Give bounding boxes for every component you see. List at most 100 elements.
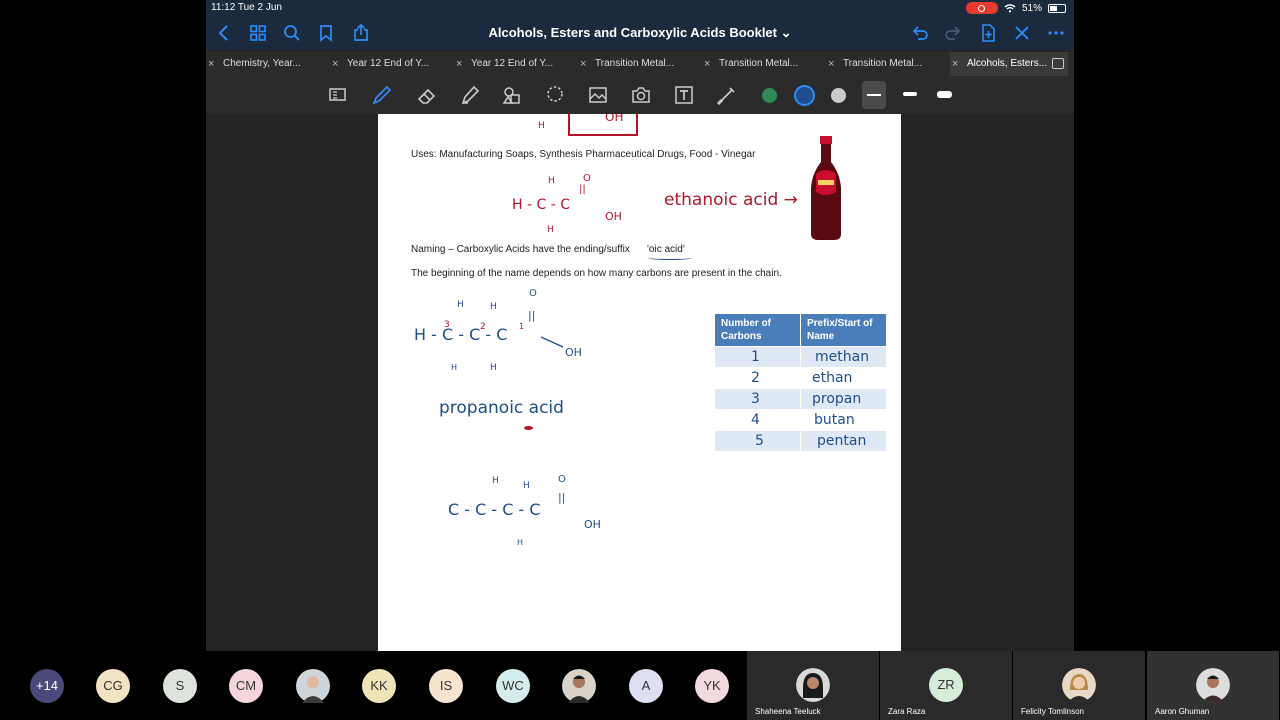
tab-chemistry-year[interactable]: × Chemistry, Year... — [206, 52, 330, 76]
notes-app-window: 11:12 Tue 2 Jun 51% Alcohols, Esters and… — [206, 0, 1074, 651]
close-icon[interactable] — [1012, 23, 1032, 43]
table-cell: pentan — [800, 430, 887, 452]
tab-close-icon[interactable]: × — [704, 52, 710, 76]
participant-photo-avatar[interactable] — [562, 669, 596, 703]
participant-tile[interactable]: Shaheena Teeluck — [747, 651, 879, 720]
handwriting-oh: OH — [605, 114, 624, 124]
color-blue-selected[interactable] — [794, 85, 815, 106]
table-row: 3 propan — [714, 388, 887, 410]
read-mode-icon[interactable] — [326, 83, 350, 107]
participant-photo-avatar[interactable] — [296, 669, 330, 703]
battery-percent: 51% — [1021, 2, 1042, 14]
tab-transition-metal-2[interactable]: × Transition Metal... — [702, 52, 826, 76]
tab-transition-metal-1[interactable]: × Transition Metal... — [578, 52, 702, 76]
f1-h-top: H — [548, 176, 555, 186]
red-ink-dot — [524, 426, 533, 430]
document-tabs: × Chemistry, Year... × Year 12 End of Y...… — [206, 52, 1074, 76]
f1-h-bot: H — [547, 225, 554, 235]
participant-name: Shaheena Teeluck — [755, 707, 821, 716]
stroke-thin-selected[interactable] — [862, 81, 886, 109]
f2-o: O — [529, 288, 537, 299]
f3-h2: H — [523, 481, 530, 491]
f2-oh: OH — [565, 346, 582, 359]
more-participants-button[interactable]: +14 — [30, 669, 64, 703]
participant-avatar: ZR — [929, 668, 963, 702]
participant-avatar[interactable]: CM — [229, 669, 263, 703]
table-cell: butan — [800, 409, 887, 431]
tab-close-icon[interactable]: × — [580, 52, 586, 76]
tab-year12-end-1[interactable]: × Year 12 End of Y... — [330, 52, 454, 76]
screen-record-icon — [965, 2, 998, 14]
participant-avatar[interactable]: KK — [362, 669, 396, 703]
highlighter-icon[interactable] — [458, 83, 482, 107]
battery-icon — [1048, 3, 1066, 13]
pen-tool-icon[interactable] — [370, 83, 394, 107]
tab-year12-end-2[interactable]: × Year 12 End of Y... — [454, 52, 578, 76]
participant-tile[interactable]: Felicity Tomlinson — [1013, 651, 1145, 720]
text-box-icon[interactable] — [672, 83, 696, 107]
table-header: Prefix/Start of Name — [800, 313, 887, 347]
more-options-icon[interactable] — [1046, 23, 1066, 43]
table-cell: 1 — [714, 346, 801, 368]
table-row: 2 ethan — [714, 367, 887, 389]
table-cell: 4 — [714, 409, 801, 431]
table-header: Number of Carbons — [714, 313, 801, 347]
shapes-icon[interactable] — [500, 83, 524, 107]
redo-icon[interactable] — [943, 23, 963, 43]
drawing-toolbar — [206, 76, 1074, 114]
participant-avatar[interactable]: YK — [695, 669, 729, 703]
undo-icon[interactable] — [910, 23, 930, 43]
participant-tile-active[interactable]: Aaron Ghuman — [1147, 651, 1279, 720]
participant-tile[interactable]: ZR Zara Raza — [880, 651, 1012, 720]
table-cell: 3 — [714, 388, 801, 410]
add-page-icon[interactable] — [978, 23, 998, 43]
laser-pointer-icon[interactable] — [715, 83, 739, 107]
f3-oh: OH — [584, 518, 601, 531]
tab-close-icon[interactable]: × — [828, 52, 834, 76]
f2-double-bond: || — [528, 309, 536, 322]
stroke-medium[interactable] — [903, 92, 917, 96]
camera-icon[interactable] — [629, 83, 653, 107]
uses-text: Uses: Manufacturing Soaps, Synthesis Pha… — [411, 149, 756, 160]
table-cell: 2 — [714, 367, 801, 389]
participant-avatar[interactable]: S — [163, 669, 197, 703]
f3-h1: H — [492, 476, 499, 486]
f2-hb1: H — [451, 363, 458, 372]
vinegar-bottle-image — [810, 136, 842, 240]
participant-avatar[interactable]: IS — [429, 669, 463, 703]
image-icon[interactable] — [586, 83, 610, 107]
title-bar: Alcohols, Esters and Carboxylic Acids Bo… — [206, 16, 1074, 50]
table-cell: ethan — [800, 367, 887, 389]
split-view-icon[interactable] — [1052, 58, 1064, 69]
stroke-thick[interactable] — [937, 91, 952, 98]
table-row: 1 methan — [714, 346, 887, 368]
handwriting-h: H — [538, 121, 545, 131]
participant-name: Felicity Tomlinson — [1021, 707, 1084, 716]
color-green[interactable] — [762, 88, 777, 103]
tab-close-icon[interactable]: × — [208, 52, 214, 76]
f1-oh: OH — [605, 210, 622, 223]
f1-o: O — [583, 173, 591, 184]
tab-close-icon[interactable]: × — [332, 52, 338, 76]
f2-num-1: 1 — [519, 322, 525, 331]
tab-transition-metal-3[interactable]: × Transition Metal... — [826, 52, 950, 76]
participant-avatar[interactable]: WC — [496, 669, 530, 703]
tab-close-icon[interactable]: × — [952, 52, 958, 76]
naming-text: Naming – Carboxylic Acids have the endin… — [411, 244, 630, 255]
f2-h2: H — [490, 302, 497, 312]
lasso-icon[interactable] — [543, 83, 567, 107]
f1-double-bond: || — [579, 184, 586, 195]
tab-alcohols-esters[interactable]: × Alcohols, Esters... — [950, 52, 1068, 76]
participant-avatar[interactable]: CG — [96, 669, 130, 703]
f3-chain: C - C - C - C — [448, 500, 541, 519]
propanoic-acid-label: propanoic acid — [439, 398, 564, 418]
notebook-page[interactable]: OH H Uses: Manufacturing Soaps, Synthesi… — [378, 114, 901, 651]
participant-avatar[interactable]: A — [629, 669, 663, 703]
f3-double-bond: || — [558, 491, 566, 504]
f2-hb2: H — [490, 363, 497, 373]
eraser-icon[interactable] — [415, 83, 439, 107]
color-grey[interactable] — [831, 88, 846, 103]
f3-h-bot: H — [517, 538, 524, 547]
tab-close-icon[interactable]: × — [456, 52, 462, 76]
beginning-text: The beginning of the name depends on how… — [411, 268, 782, 279]
